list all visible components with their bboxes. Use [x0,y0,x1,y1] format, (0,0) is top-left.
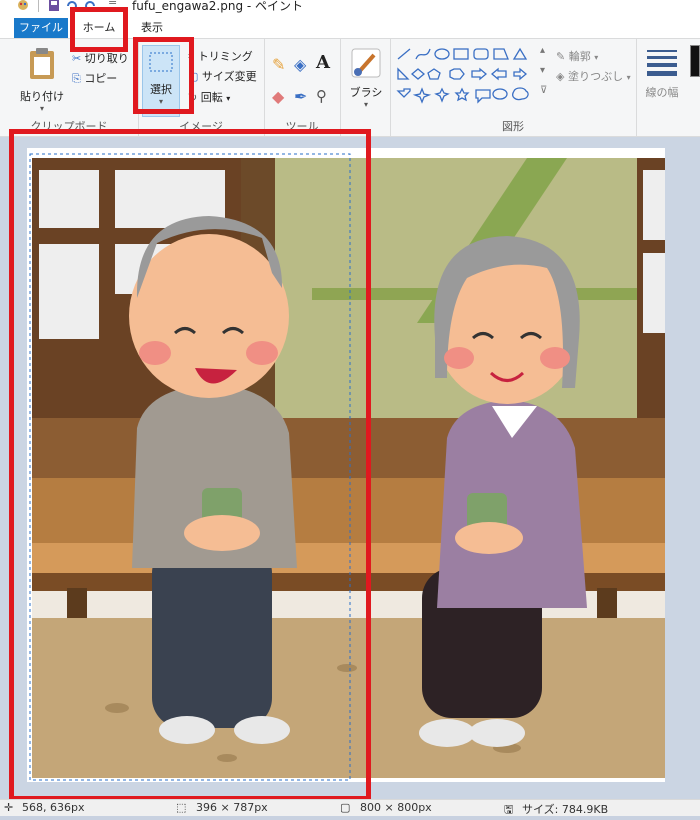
brushes-button[interactable]: ブラシ ▾ [346,47,386,109]
pencil-icon[interactable]: ✎ [272,55,285,74]
line-width-icon [647,50,677,76]
fill-icon: ◈ [556,70,565,83]
cut-button[interactable]: ✂ 切り取り [72,50,129,66]
scissors-icon: ✂ [72,52,82,65]
line-width-button[interactable]: 線の幅 [640,47,684,100]
selection-size: 396 × 787px [196,801,268,814]
paste-label: 貼り付け [20,90,64,103]
shapes-gallery[interactable] [396,47,536,109]
paste-button[interactable]: 貼り付け ▾ [18,47,66,117]
clipboard-group: 貼り付け ▾ ✂ 切り取り ⎘ コピー クリップボード [0,39,139,136]
cut-label: 切り取り [84,52,129,65]
home-tab-highlight [70,7,128,52]
magnifier-icon[interactable]: ⚲ [316,87,327,105]
chevron-down-icon: ▾ [226,94,231,103]
outline-label: 輪郭 [568,50,591,63]
tab-view[interactable]: 表示 [132,18,172,38]
ribbon: 貼り付け ▾ ✂ 切り取り ⎘ コピー クリップボード 選択 ▾ ⌗ トリミング… [0,39,700,137]
rotate-label: 回転 [200,91,223,104]
outline-icon: ✎ [556,50,566,63]
selection-size-icon: ⬚ [176,801,187,814]
file-size-icon: 🖫 [504,803,514,816]
brushes-group: ブラシ ▾ [340,39,391,136]
fill-button[interactable]: ◈ 塗りつぶし ▾ [556,68,631,84]
chevron-down-icon: ▾ [363,100,368,109]
fill-label: 塗りつぶし [567,70,624,83]
eraser-icon[interactable]: ◆ [272,87,284,106]
cursor-position-icon: ✛ [4,801,14,814]
selection-highlight-box [9,129,371,801]
toolbar-separator [38,0,39,12]
crop-button[interactable]: ⌗ トリミング [188,48,253,64]
size-group: 線の幅 [636,39,686,136]
chevron-down-icon: ▾ [626,73,631,82]
brush-icon [351,48,381,78]
status-bar: ✛ 568, 636px ⬚ 396 × 787px ▢ 800 × 800px… [0,799,700,816]
paint-app-icon [18,0,28,10]
image-size: 800 × 800px [360,801,432,814]
shapes-group: ▴ ▾ ⊽ ✎ 輪郭 ▾ ◈ 塗りつぶし ▾ 図形 [390,39,637,136]
line-width-label: 線の幅 [645,86,679,99]
resize-label: サイズ変更 [201,70,257,83]
clipboard-icon [30,48,54,79]
image-size-icon: ▢ [340,801,351,814]
copy-icon: ⎘ [72,72,81,85]
rotate-button[interactable]: ↻ 回転 ▾ [188,89,230,105]
copy-label: コピー [84,72,118,85]
shapes-group-label: 図形 [502,120,524,133]
crop-label: トリミング [197,50,253,63]
text-icon[interactable]: A [316,52,330,73]
shapes-more-icon[interactable]: ⊽ [540,85,547,96]
fill-bucket-icon[interactable]: ◈ [294,55,306,74]
chevron-down-icon: ▾ [594,53,599,62]
shapes-scroll-down-icon[interactable]: ▾ [540,65,545,76]
outline-button[interactable]: ✎ 輪郭 ▾ [556,48,598,64]
shapes-scroll-up-icon[interactable]: ▴ [540,45,545,56]
tab-file[interactable]: ファイル [14,18,68,38]
color-1-swatch[interactable] [690,45,700,77]
select-button-highlight [133,37,194,114]
window-title: fufu_engawa2.png - ペイント [132,0,304,13]
brushes-label: ブラシ [349,86,383,99]
resize-button[interactable]: ▢ サイズ変更 [188,68,257,84]
copy-button[interactable]: ⎘ コピー [72,70,117,86]
tools-group: ✎ ◈ A ◆ ✒ ⚲ ツール [264,39,341,136]
chevron-down-icon: ▾ [39,104,44,113]
save-icon[interactable] [48,0,60,12]
cursor-position: 568, 636px [22,801,85,814]
color-picker-icon[interactable]: ✒ [294,87,307,106]
